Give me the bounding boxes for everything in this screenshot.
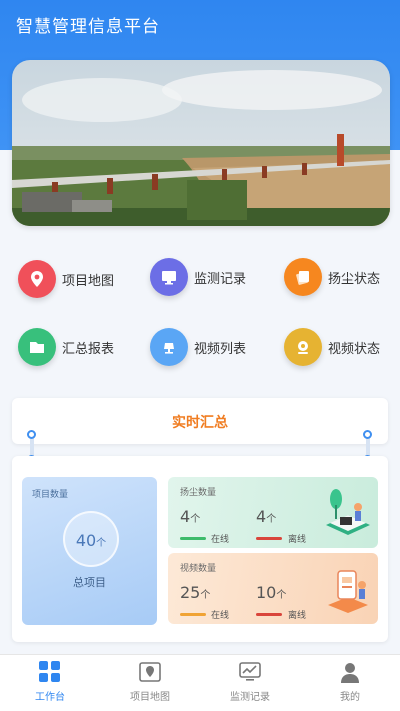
dust-count-title: 扬尘数量 xyxy=(180,488,217,498)
offline-indicator xyxy=(256,613,282,616)
online-indicator xyxy=(180,537,206,540)
connector-dot xyxy=(27,430,36,439)
folder-icon xyxy=(18,328,56,366)
online-indicator xyxy=(180,613,206,616)
project-count-title: 项目数量 xyxy=(32,490,69,500)
menu-label: 视频列表 xyxy=(194,341,247,357)
offline-label: 离线 xyxy=(288,611,307,621)
project-count-card[interactable]: 项目数量 40个 总项目 xyxy=(22,477,157,625)
menu-item-project-map[interactable]: 项目地图 xyxy=(18,256,148,302)
tab-project-map[interactable]: 项目地图 xyxy=(100,655,200,711)
video-illustration-icon xyxy=(328,570,368,613)
video-count-title: 视频数量 xyxy=(180,564,217,574)
project-count-ring: 40个 xyxy=(63,511,119,567)
menu-label: 视频状态 xyxy=(328,341,381,357)
menu-label: 扬尘状态 xyxy=(328,271,381,287)
bridge-photo xyxy=(12,60,390,226)
online-label: 在线 xyxy=(211,535,230,545)
menu-item-monitor-records[interactable]: 监测记录 xyxy=(150,254,280,300)
tab-label: 监测记录 xyxy=(230,692,270,703)
menu-item-video-status[interactable]: 视频状态 xyxy=(284,324,400,370)
video-online-count: 25个 xyxy=(180,583,211,602)
dust-illustration-icon xyxy=(326,489,370,535)
dust-offline-count: 4个 xyxy=(256,507,277,526)
tab-monitor-records[interactable]: 监测记录 xyxy=(200,655,300,711)
map-pin-icon xyxy=(18,260,56,298)
map-icon xyxy=(139,662,161,682)
offline-indicator xyxy=(256,537,282,540)
menu-item-dust-status[interactable]: 扬尘状态 xyxy=(284,254,400,300)
offline-label: 离线 xyxy=(288,535,307,545)
connector-dot xyxy=(363,430,372,439)
app-title: 智慧管理信息平台 xyxy=(16,17,160,37)
video-camera-icon xyxy=(284,328,322,366)
video-count-card[interactable]: 视频数量 25个 在线 10个 离线 xyxy=(168,553,378,624)
dashboard-icon xyxy=(39,661,60,682)
video-offline-count: 10个 xyxy=(256,583,287,602)
dust-online-count: 4个 xyxy=(180,507,201,526)
monitor-icon xyxy=(150,258,188,296)
tab-label: 项目地图 xyxy=(130,692,170,703)
menu-item-video-list[interactable]: 视频列表 xyxy=(150,324,280,370)
online-label: 在线 xyxy=(211,611,230,621)
camera-icon xyxy=(150,328,188,366)
project-total-label: 总项目 xyxy=(73,576,106,589)
project-count-value: 40个 xyxy=(75,531,107,550)
menu-label: 汇总报表 xyxy=(62,341,115,357)
bottom-tab-bar: 工作台 项目地图 监测记录 我的 xyxy=(0,654,400,711)
chart-monitor-icon xyxy=(239,662,261,681)
user-icon xyxy=(341,663,359,683)
tab-label: 工作台 xyxy=(35,692,65,703)
dust-count-card[interactable]: 扬尘数量 4个 在线 4个 离线 xyxy=(168,477,378,548)
menu-item-summary-report[interactable]: 汇总报表 xyxy=(18,324,148,370)
summary-header: 实时汇总 xyxy=(12,398,388,444)
menu-label: 项目地图 xyxy=(62,273,115,289)
tab-mine[interactable]: 我的 xyxy=(300,655,400,711)
dust-card-icon xyxy=(284,258,322,296)
tab-workbench[interactable]: 工作台 xyxy=(0,655,100,711)
tab-label: 我的 xyxy=(340,692,360,703)
menu-label: 监测记录 xyxy=(194,271,247,287)
summary-title: 实时汇总 xyxy=(172,415,228,431)
banner-image[interactable] xyxy=(12,60,390,226)
